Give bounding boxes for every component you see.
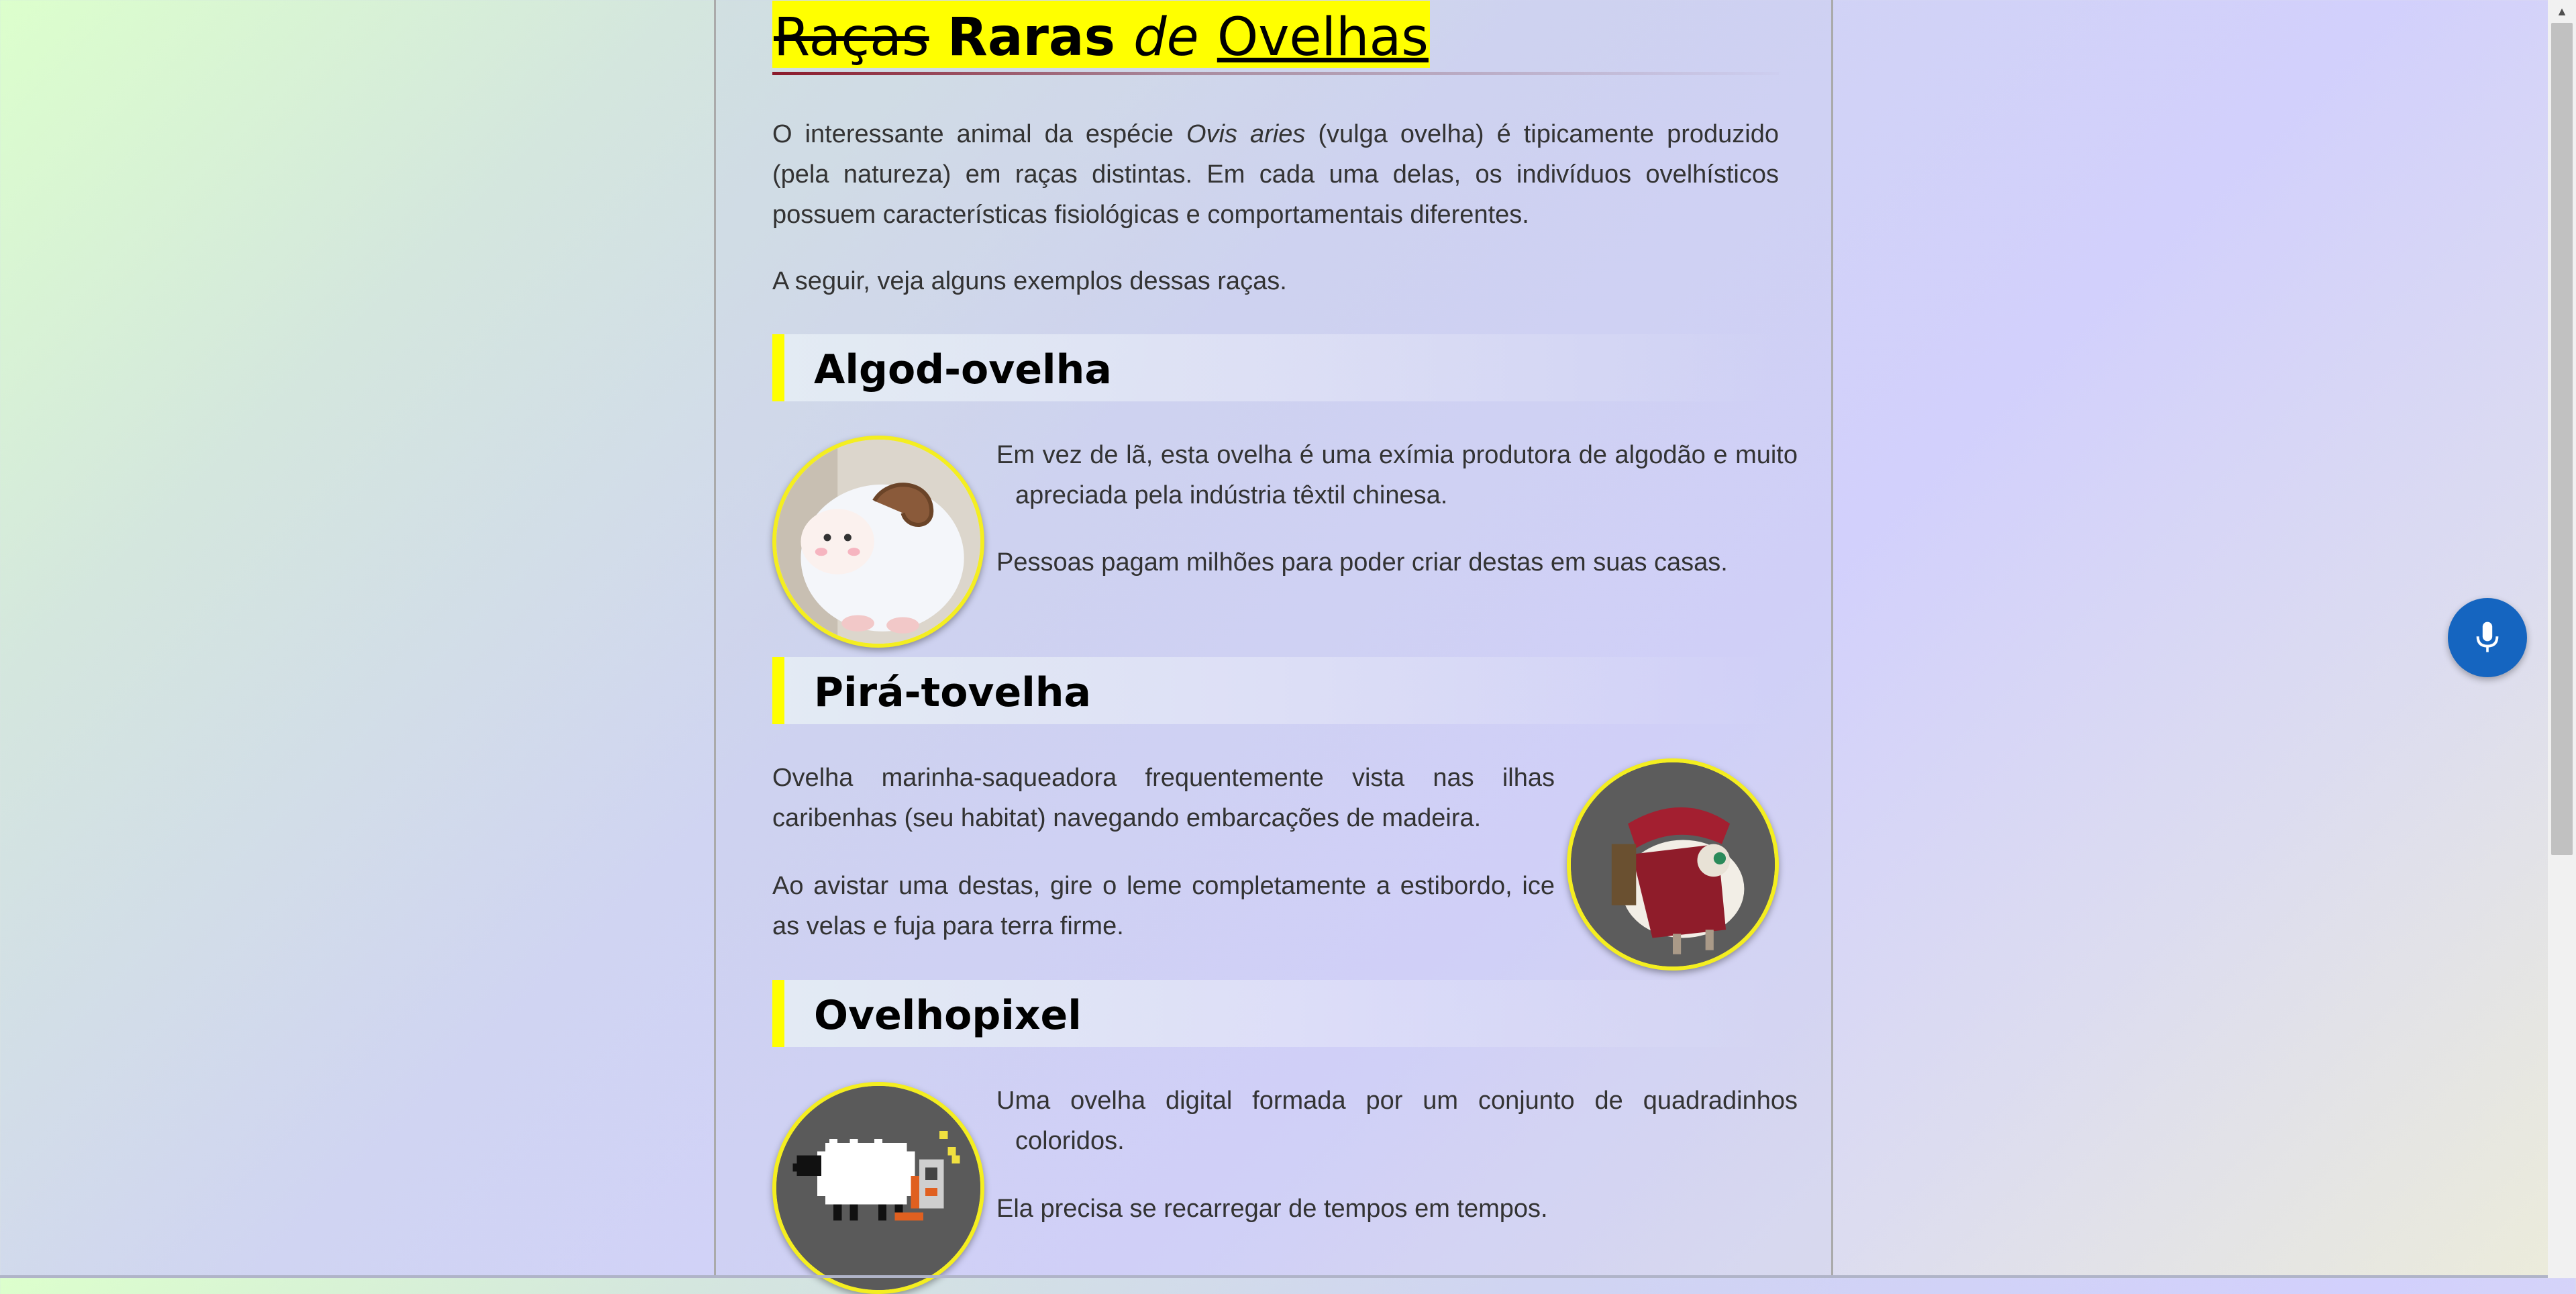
pirate-sheep-icon bbox=[1571, 762, 1775, 966]
algod-ovelha-paragraph-2: Pessoas pagam milhões para poder criar d… bbox=[996, 548, 1728, 577]
scroll-up-arrow-icon[interactable]: ▲ bbox=[2548, 0, 2576, 23]
ovelhopixel-paragraph-1: Uma ovelha digital formada por um conjun… bbox=[996, 1087, 1798, 1155]
plush-sheep-icon bbox=[776, 440, 980, 644]
section-heading-ovelhopixel: Ovelhopixel bbox=[772, 980, 1779, 1047]
pira-tovelha-paragraph-1: Ovelha marinha-saqueadora frequentemente… bbox=[772, 764, 1555, 832]
page-title: Raças Raras de Ovelhas bbox=[772, 0, 1779, 75]
pira-tovelha-image bbox=[1567, 758, 1779, 970]
title-word-raras: Raras bbox=[947, 7, 1115, 68]
viewport-bottom-edge bbox=[0, 1275, 2548, 1278]
pira-tovelha-paragraph-2: Ao avistar uma destas, gire o leme compl… bbox=[772, 872, 1555, 940]
microphone-icon bbox=[2476, 621, 2499, 652]
title-word-racas: Raças bbox=[774, 7, 929, 68]
algod-ovelha-paragraph-1: Em vez de lã, esta ovelha é uma exímia p… bbox=[996, 441, 1798, 509]
ovelhopixel-paragraph-2: Ela precisa se recarregar de tempos em t… bbox=[996, 1195, 1548, 1223]
section-heading-algod-ovelha: Algod-ovelha bbox=[772, 334, 1779, 401]
ovelhopixel-image bbox=[772, 1082, 984, 1294]
section-heading-pira-tovelha: Pirá-tovelha bbox=[772, 657, 1779, 724]
species-name: Ovis aries bbox=[1186, 120, 1306, 148]
section-title: Algod-ovelha bbox=[814, 346, 1112, 393]
title-word-de: de bbox=[1133, 7, 1199, 68]
page-column: Raças Raras de Ovelhas O interessante an… bbox=[714, 0, 1833, 1294]
section-title: Ovelhopixel bbox=[814, 992, 1082, 1039]
title-highlight: Raças Raras de Ovelhas bbox=[772, 1, 1430, 68]
intro-paragraph: O interessante animal da espécie Ovis ar… bbox=[772, 114, 1779, 235]
title-word-ovelhas: Ovelhas bbox=[1217, 7, 1429, 68]
intro-followup: A seguir, veja alguns exemplos dessas ra… bbox=[772, 267, 1287, 295]
intro-text-a: O interessante animal da espécie bbox=[772, 120, 1186, 148]
algod-ovelha-image bbox=[772, 436, 984, 648]
voice-input-button[interactable] bbox=[2448, 598, 2527, 677]
vertical-scrollbar[interactable]: ▲ bbox=[2548, 0, 2576, 1278]
main-content: Raças Raras de Ovelhas O interessante an… bbox=[772, 0, 1798, 1294]
section-title: Pirá-tovelha bbox=[814, 669, 1091, 716]
pixel-sheep-icon bbox=[776, 1086, 980, 1290]
scroll-thumb[interactable] bbox=[2551, 23, 2573, 855]
